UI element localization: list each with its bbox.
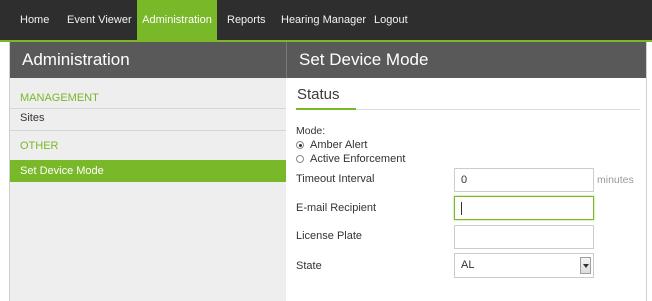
timeout-input[interactable]: 0	[454, 168, 594, 192]
sidebar-title: Administration	[10, 42, 286, 78]
mode-label: Mode:	[296, 125, 326, 137]
timeout-label: Timeout Interval	[296, 173, 375, 185]
main-content: Status Mode: Amber Alert Active Enforcem…	[286, 78, 646, 301]
sidebar-divider	[10, 130, 286, 131]
chevron-down-icon[interactable]	[580, 257, 591, 274]
radio-amber-alert-label: Amber Alert	[310, 139, 368, 151]
radio-active-enforcement[interactable]: Active Enforcement	[296, 153, 405, 165]
radio-amber-alert[interactable]: Amber Alert	[296, 139, 367, 151]
nav-administration[interactable]: Administration	[137, 0, 217, 40]
text-caret	[461, 201, 462, 215]
nav-home[interactable]: Home	[20, 0, 49, 40]
plate-label: License Plate	[296, 230, 363, 242]
plate-input[interactable]	[454, 225, 594, 249]
page-title: Set Device Mode	[286, 42, 646, 78]
nav-event-viewer[interactable]: Event Viewer	[67, 0, 132, 40]
section-title-underline	[296, 108, 356, 110]
email-label: E-mail Recipient	[296, 202, 377, 214]
sidebar-section-management: MANAGEMENT	[20, 92, 99, 104]
radio-unchecked-icon[interactable]	[296, 155, 304, 163]
sidebar-item-set-device-mode[interactable]: Set Device Mode	[10, 160, 286, 182]
nav-reports[interactable]: Reports	[227, 0, 266, 40]
section-title: Status	[297, 86, 340, 103]
state-value: AL	[461, 259, 475, 271]
state-select[interactable]: AL	[454, 253, 594, 278]
state-label: State	[296, 260, 322, 272]
email-input[interactable]	[454, 196, 594, 220]
timeout-unit-label: minutes	[597, 174, 634, 186]
sidebar-item-sites[interactable]: Sites	[20, 112, 44, 124]
nav-logout[interactable]: Logout	[374, 0, 408, 40]
radio-checked-icon[interactable]	[296, 141, 304, 149]
sidebar-section-other: OTHER	[20, 140, 59, 152]
top-navbar: Home Event Viewer Administration Reports…	[0, 0, 652, 42]
sidebar: MANAGEMENT Sites OTHER Set Device Mode	[10, 78, 286, 301]
radio-active-enforcement-label: Active Enforcement	[310, 153, 406, 165]
sidebar-divider	[10, 108, 286, 109]
nav-hearing-manager[interactable]: Hearing Manager	[281, 0, 366, 40]
